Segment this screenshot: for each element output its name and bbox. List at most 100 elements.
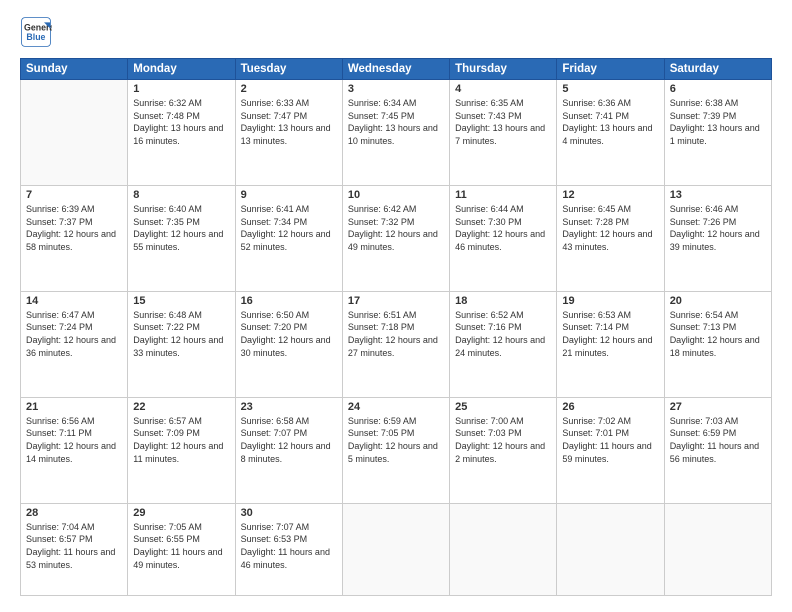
day-number: 8 bbox=[133, 189, 229, 201]
cell-info: Sunrise: 6:52 AMSunset: 7:16 PMDaylight:… bbox=[455, 309, 551, 359]
day-number: 1 bbox=[133, 83, 229, 95]
day-number: 30 bbox=[241, 507, 337, 519]
cell-info: Sunrise: 6:41 AMSunset: 7:34 PMDaylight:… bbox=[241, 203, 337, 253]
cell-info: Sunrise: 6:40 AMSunset: 7:35 PMDaylight:… bbox=[133, 203, 229, 253]
calendar-cell bbox=[21, 80, 128, 186]
day-number: 4 bbox=[455, 83, 551, 95]
calendar-cell: 29 Sunrise: 7:05 AMSunset: 6:55 PMDayligh… bbox=[128, 503, 235, 595]
calendar-week-2: 7 Sunrise: 6:39 AMSunset: 7:37 PMDaylight… bbox=[21, 185, 772, 291]
calendar-cell: 8 Sunrise: 6:40 AMSunset: 7:35 PMDaylight… bbox=[128, 185, 235, 291]
calendar-cell: 3 Sunrise: 6:34 AMSunset: 7:45 PMDaylight… bbox=[342, 80, 449, 186]
calendar-cell: 1 Sunrise: 6:32 AMSunset: 7:48 PMDaylight… bbox=[128, 80, 235, 186]
calendar-week-1: 1 Sunrise: 6:32 AMSunset: 7:48 PMDaylight… bbox=[21, 80, 772, 186]
day-number: 17 bbox=[348, 295, 444, 307]
weekday-header-monday: Monday bbox=[128, 59, 235, 80]
day-number: 24 bbox=[348, 401, 444, 413]
cell-info: Sunrise: 6:32 AMSunset: 7:48 PMDaylight:… bbox=[133, 97, 229, 147]
cell-info: Sunrise: 6:53 AMSunset: 7:14 PMDaylight:… bbox=[562, 309, 658, 359]
calendar-cell: 6 Sunrise: 6:38 AMSunset: 7:39 PMDaylight… bbox=[664, 80, 771, 186]
day-number: 7 bbox=[26, 189, 122, 201]
cell-info: Sunrise: 6:38 AMSunset: 7:39 PMDaylight:… bbox=[670, 97, 766, 147]
day-number: 15 bbox=[133, 295, 229, 307]
cell-info: Sunrise: 7:02 AMSunset: 7:01 PMDaylight:… bbox=[562, 415, 658, 465]
cell-info: Sunrise: 6:35 AMSunset: 7:43 PMDaylight:… bbox=[455, 97, 551, 147]
cell-info: Sunrise: 6:45 AMSunset: 7:28 PMDaylight:… bbox=[562, 203, 658, 253]
cell-info: Sunrise: 6:57 AMSunset: 7:09 PMDaylight:… bbox=[133, 415, 229, 465]
cell-info: Sunrise: 6:51 AMSunset: 7:18 PMDaylight:… bbox=[348, 309, 444, 359]
calendar-cell: 21 Sunrise: 6:56 AMSunset: 7:11 PMDayligh… bbox=[21, 397, 128, 503]
weekday-header-wednesday: Wednesday bbox=[342, 59, 449, 80]
calendar-cell: 20 Sunrise: 6:54 AMSunset: 7:13 PMDayligh… bbox=[664, 291, 771, 397]
day-number: 12 bbox=[562, 189, 658, 201]
cell-info: Sunrise: 6:42 AMSunset: 7:32 PMDaylight:… bbox=[348, 203, 444, 253]
day-number: 29 bbox=[133, 507, 229, 519]
weekday-header-saturday: Saturday bbox=[664, 59, 771, 80]
cell-info: Sunrise: 6:54 AMSunset: 7:13 PMDaylight:… bbox=[670, 309, 766, 359]
cell-info: Sunrise: 7:05 AMSunset: 6:55 PMDaylight:… bbox=[133, 521, 229, 571]
cell-info: Sunrise: 6:50 AMSunset: 7:20 PMDaylight:… bbox=[241, 309, 337, 359]
weekday-header-tuesday: Tuesday bbox=[235, 59, 342, 80]
cell-info: Sunrise: 6:33 AMSunset: 7:47 PMDaylight:… bbox=[241, 97, 337, 147]
calendar-cell: 12 Sunrise: 6:45 AMSunset: 7:28 PMDayligh… bbox=[557, 185, 664, 291]
day-number: 21 bbox=[26, 401, 122, 413]
calendar-cell: 22 Sunrise: 6:57 AMSunset: 7:09 PMDayligh… bbox=[128, 397, 235, 503]
calendar-cell: 10 Sunrise: 6:42 AMSunset: 7:32 PMDayligh… bbox=[342, 185, 449, 291]
calendar-cell: 7 Sunrise: 6:39 AMSunset: 7:37 PMDaylight… bbox=[21, 185, 128, 291]
calendar-cell: 4 Sunrise: 6:35 AMSunset: 7:43 PMDaylight… bbox=[450, 80, 557, 186]
day-number: 27 bbox=[670, 401, 766, 413]
header: General Blue bbox=[20, 16, 772, 48]
calendar-cell: 15 Sunrise: 6:48 AMSunset: 7:22 PMDayligh… bbox=[128, 291, 235, 397]
cell-info: Sunrise: 6:56 AMSunset: 7:11 PMDaylight:… bbox=[26, 415, 122, 465]
weekday-header-thursday: Thursday bbox=[450, 59, 557, 80]
day-number: 2 bbox=[241, 83, 337, 95]
day-number: 6 bbox=[670, 83, 766, 95]
calendar-cell: 11 Sunrise: 6:44 AMSunset: 7:30 PMDayligh… bbox=[450, 185, 557, 291]
calendar-cell: 14 Sunrise: 6:47 AMSunset: 7:24 PMDayligh… bbox=[21, 291, 128, 397]
weekday-header-sunday: Sunday bbox=[21, 59, 128, 80]
calendar-cell: 2 Sunrise: 6:33 AMSunset: 7:47 PMDaylight… bbox=[235, 80, 342, 186]
calendar-cell: 25 Sunrise: 7:00 AMSunset: 7:03 PMDayligh… bbox=[450, 397, 557, 503]
cell-info: Sunrise: 6:46 AMSunset: 7:26 PMDaylight:… bbox=[670, 203, 766, 253]
day-number: 25 bbox=[455, 401, 551, 413]
calendar-cell bbox=[557, 503, 664, 595]
day-number: 22 bbox=[133, 401, 229, 413]
day-number: 19 bbox=[562, 295, 658, 307]
cell-info: Sunrise: 7:00 AMSunset: 7:03 PMDaylight:… bbox=[455, 415, 551, 465]
calendar-cell: 16Sunrise: 6:50 AMSunset: 7:20 PMDayligh… bbox=[235, 291, 342, 397]
calendar-cell: 5Sunrise: 6:36 AMSunset: 7:41 PMDaylight… bbox=[557, 80, 664, 186]
cell-info: Sunrise: 6:58 AMSunset: 7:07 PMDaylight:… bbox=[241, 415, 337, 465]
day-number: 18 bbox=[455, 295, 551, 307]
day-number: 26 bbox=[562, 401, 658, 413]
calendar-cell: 26 Sunrise: 7:02 AMSunset: 7:01 PMDayligh… bbox=[557, 397, 664, 503]
calendar-cell bbox=[450, 503, 557, 595]
cell-info: Sunrise: 6:59 AMSunset: 7:05 PMDaylight:… bbox=[348, 415, 444, 465]
day-number: 23 bbox=[241, 401, 337, 413]
cell-info: Sunrise: 7:04 AMSunset: 6:57 PMDaylight:… bbox=[26, 521, 122, 571]
day-number: 11 bbox=[455, 189, 551, 201]
calendar-cell bbox=[664, 503, 771, 595]
day-number: 9 bbox=[241, 189, 337, 201]
calendar-cell: 27 Sunrise: 7:03 AMSunset: 6:59 PMDayligh… bbox=[664, 397, 771, 503]
cell-info: Sunrise: 6:48 AMSunset: 7:22 PMDaylight:… bbox=[133, 309, 229, 359]
calendar-cell: 23 Sunrise: 6:58 AMSunset: 7:07 PMDayligh… bbox=[235, 397, 342, 503]
day-number: 10 bbox=[348, 189, 444, 201]
day-number: 14 bbox=[26, 295, 122, 307]
cell-info: Sunrise: 6:34 AMSunset: 7:45 PMDaylight:… bbox=[348, 97, 444, 147]
calendar-cell: 9 Sunrise: 6:41 AMSunset: 7:34 PMDaylight… bbox=[235, 185, 342, 291]
svg-text:Blue: Blue bbox=[26, 32, 45, 42]
calendar-cell: 13 Sunrise: 6:46 AMSunset: 7:26 PMDayligh… bbox=[664, 185, 771, 291]
calendar-cell: 17 Sunrise: 6:51 AMSunset: 7:18 PMDayligh… bbox=[342, 291, 449, 397]
day-number: 3 bbox=[348, 83, 444, 95]
calendar-cell: 18 Sunrise: 6:52 AMSunset: 7:16 PMDayligh… bbox=[450, 291, 557, 397]
day-number: 28 bbox=[26, 507, 122, 519]
cell-info: Sunrise: 6:44 AMSunset: 7:30 PMDaylight:… bbox=[455, 203, 551, 253]
cell-info: Sunrise: 6:47 AMSunset: 7:24 PMDaylight:… bbox=[26, 309, 122, 359]
day-number: 13 bbox=[670, 189, 766, 201]
cell-info: Sunrise: 6:39 AMSunset: 7:37 PMDaylight:… bbox=[26, 203, 122, 253]
calendar-cell bbox=[342, 503, 449, 595]
cell-info: Sunrise: 7:03 AMSunset: 6:59 PMDaylight:… bbox=[670, 415, 766, 465]
weekday-header-friday: Friday bbox=[557, 59, 664, 80]
calendar-cell: 28 Sunrise: 7:04 AMSunset: 6:57 PMDayligh… bbox=[21, 503, 128, 595]
calendar-week-5: 28 Sunrise: 7:04 AMSunset: 6:57 PMDayligh… bbox=[21, 503, 772, 595]
day-number: 20 bbox=[670, 295, 766, 307]
